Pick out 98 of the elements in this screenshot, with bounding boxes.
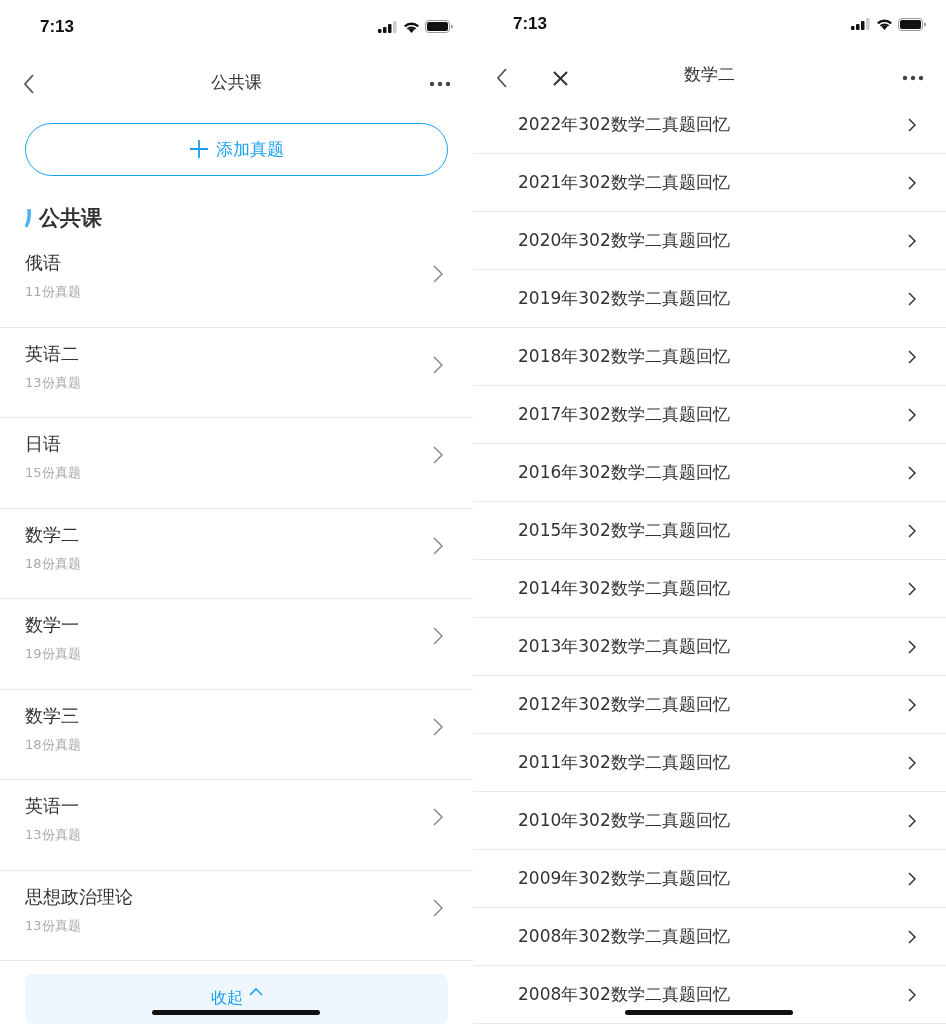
caret-up-icon [248,988,263,996]
close-icon[interactable] [553,71,568,87]
paper-title: 2010年302数学二真题回忆 [518,809,730,832]
question-count: 18份真题 [25,735,81,754]
chevron-right-icon [433,355,443,374]
subject-name: 数学二 [25,522,80,547]
subject-item[interactable]: 俄语 11份真题 [0,237,473,328]
subject-item[interactable]: 思想政治理论 13份真题 [0,870,473,961]
chevron-right-icon [908,871,916,886]
status-time: 7:13 [40,16,75,37]
paper-title: 2008年302数学二真题回忆 [518,983,730,1006]
subject-name: 数学一 [25,613,80,637]
battery-icon [425,20,453,34]
paper-title: 2022年302数学二真题回忆 [518,113,730,136]
question-count: 18份真题 [25,554,81,573]
question-count: 11份真题 [25,283,81,301]
chevron-right-icon [908,349,916,364]
subject-name: 英语一 [25,794,80,818]
question-count: 13份真题 [25,373,81,392]
chevron-right-icon [908,465,916,480]
chevron-right-icon [433,717,443,736]
paper-item[interactable]: 2010年302数学二真题回忆 [473,792,946,850]
subject-item[interactable]: 日语 15份真题 [0,418,473,509]
paper-item[interactable]: 2013年302数学二真题回忆 [473,618,946,676]
chevron-right-icon [433,898,443,917]
plus-icon [189,140,208,159]
paper-title: 2019年302数学二真题回忆 [518,287,730,310]
paper-title: 2017年302数学二真题回忆 [518,403,730,426]
chevron-right-icon [908,697,916,712]
chevron-right-icon [433,808,443,826]
paper-title: 2014年302数学二真题回忆 [518,577,730,600]
paper-item[interactable]: 2017年302数学二真题回忆 [473,386,946,444]
paper-title: 2008年302数学二真题回忆 [518,925,730,948]
subject-name: 日语 [25,432,62,456]
chevron-right-icon [908,755,916,770]
paper-item[interactable]: 2018年302数学二真题回忆 [473,328,946,386]
paper-item[interactable]: 2008年302数学二真题回忆 [473,908,946,966]
chevron-right-icon [908,523,916,538]
back-icon[interactable] [23,73,35,94]
chevron-right-icon [908,639,916,654]
paper-item[interactable]: 2022年302数学二真题回忆 [473,96,946,154]
chevron-right-icon [908,581,916,596]
chevron-right-icon [908,117,916,132]
chevron-right-icon [433,627,443,645]
chevron-right-icon [433,446,443,464]
section-marker-icon [25,208,31,227]
chevron-right-icon [908,987,916,1002]
signal-icon [851,18,871,31]
paper-item[interactable]: 2021年302数学二真题回忆 [473,154,946,212]
battery-icon [898,17,926,31]
status-time: 7:13 [513,14,548,35]
subject-item[interactable]: 英语二 13份真题 [0,327,473,418]
paper-item[interactable]: 2014年302数学二真题回忆 [473,560,946,618]
chevron-right-icon [908,813,916,828]
paper-item[interactable]: 2015年302数学二真题回忆 [473,502,946,560]
subject-item[interactable]: 英语一 13份真题 [0,780,473,871]
paper-item[interactable]: 2009年302数学二真题回忆 [473,850,946,908]
signal-icon [378,20,398,33]
nav-title: 数学二 [684,62,735,86]
subject-item[interactable]: 数学三 18份真题 [0,689,473,780]
chevron-right-icon [433,536,443,555]
subject-name: 英语二 [25,341,80,366]
paper-title: 2015年302数学二真题回忆 [518,519,730,542]
subject-name: 数学三 [25,703,80,728]
chevron-right-icon [908,407,916,422]
paper-title: 2018年302数学二真题回忆 [518,345,730,368]
section-title: 公共课 [39,204,102,232]
wifi-icon [403,20,420,33]
question-count: 19份真题 [25,645,81,663]
paper-item[interactable]: 2016年302数学二真题回忆 [473,444,946,502]
paper-title: 2016年302数学二真题回忆 [518,461,730,484]
nav-title: 公共课 [211,71,262,95]
paper-title: 2020年302数学二真题回忆 [518,229,730,252]
paper-item[interactable]: 2020年302数学二真题回忆 [473,212,946,270]
question-count: 13份真题 [25,916,82,935]
paper-item[interactable]: 2012年302数学二真题回忆 [473,676,946,734]
subject-item[interactable]: 数学一 19份真题 [0,599,473,690]
paper-title: 2009年302数学二真题回忆 [518,867,730,890]
paper-item[interactable]: 2011年302数学二真题回忆 [473,734,946,792]
paper-title: 2021年302数学二真题回忆 [518,171,730,194]
chevron-right-icon [908,929,916,944]
chevron-right-icon [908,175,916,190]
more-icon[interactable] [902,75,924,82]
question-count: 15份真题 [25,464,81,482]
wifi-icon [876,18,893,31]
paper-item[interactable]: 2019年302数学二真题回忆 [473,270,946,328]
chevron-right-icon [908,291,916,306]
more-icon[interactable] [429,80,451,87]
question-count: 13份真题 [25,826,81,844]
chevron-right-icon [433,265,443,283]
subject-name: 思想政治理论 [25,884,133,909]
back-icon[interactable] [496,68,508,89]
subject-item[interactable]: 数学二 18份真题 [0,508,473,599]
subject-name: 俄语 [25,251,62,275]
chevron-right-icon [908,233,916,248]
paper-title: 2012年302数学二真题回忆 [518,693,730,716]
paper-title: 2011年302数学二真题回忆 [518,751,730,774]
paper-title: 2013年302数学二真题回忆 [518,635,730,658]
